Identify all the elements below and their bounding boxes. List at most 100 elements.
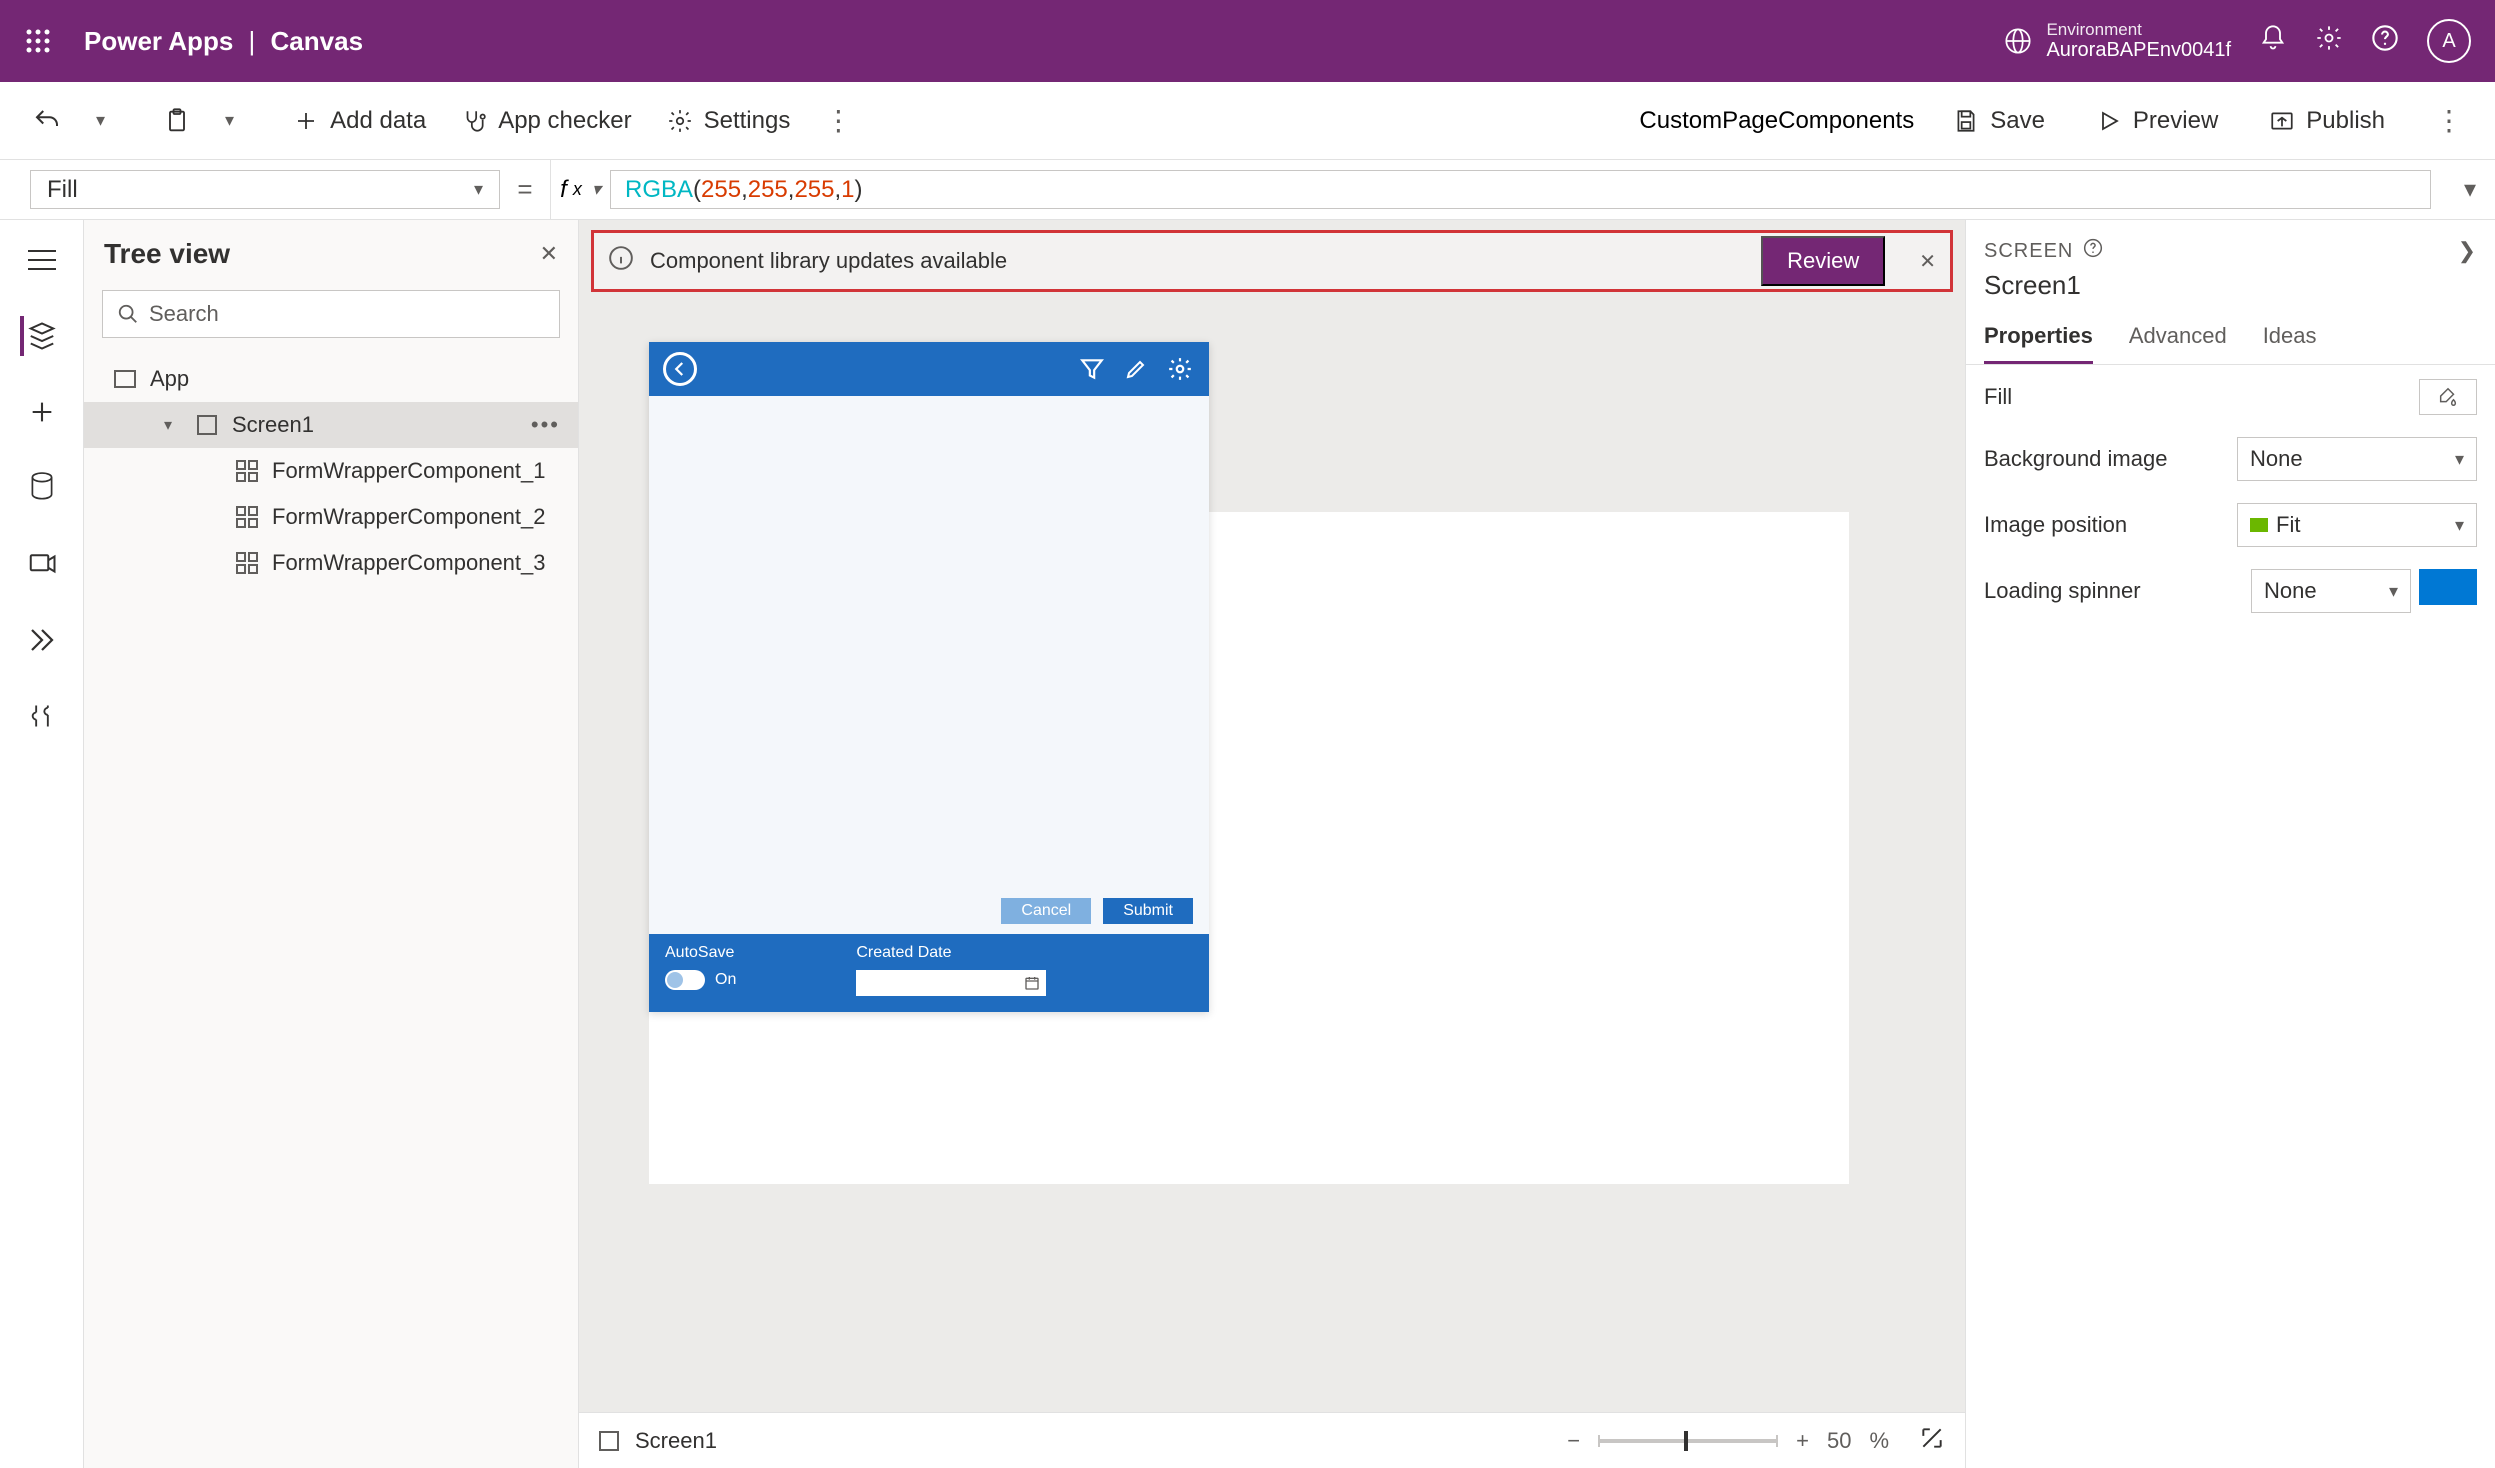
tree-view-title: Tree view xyxy=(104,238,230,270)
notification-text: Component library updates available xyxy=(650,248,1007,274)
imgpos-value: Fit xyxy=(2276,512,2300,538)
tab-properties[interactable]: Properties xyxy=(1984,315,2093,364)
tree-component-node[interactable]: FormWrapperComponent_3 xyxy=(84,540,578,586)
rail-data[interactable] xyxy=(22,468,62,508)
settings-icon[interactable] xyxy=(2315,24,2343,59)
gear-icon[interactable] xyxy=(1165,354,1195,384)
waffle-icon[interactable] xyxy=(16,28,60,54)
property-dropdown[interactable]: Fill ▾ xyxy=(30,170,500,209)
back-icon[interactable] xyxy=(663,352,697,386)
fit-to-screen[interactable] xyxy=(1919,1425,1945,1457)
zoom-in[interactable]: + xyxy=(1796,1428,1809,1454)
avatar-initial: A xyxy=(2442,30,2455,53)
tab-advanced[interactable]: Advanced xyxy=(2129,315,2227,364)
autosave-toggle[interactable] xyxy=(665,970,705,990)
settings-label: Settings xyxy=(704,107,791,135)
formula-bar: Fill ▾ = fx▾ RGBA(255, 255, 255, 1) ▾ xyxy=(0,160,2495,220)
save-label: Save xyxy=(1990,107,2045,135)
formula-expand[interactable]: ▾ xyxy=(2445,160,2495,219)
bgimage-dropdown[interactable]: None ▾ xyxy=(2237,437,2477,481)
prop-imgpos-label: Image position xyxy=(1984,512,2127,538)
edit-icon[interactable] xyxy=(1121,354,1151,384)
close-notification[interactable]: ✕ xyxy=(1919,249,1936,274)
created-date-label: Created Date xyxy=(856,944,1046,962)
app-checker-button[interactable]: App checker xyxy=(448,101,643,141)
collapse-panel[interactable]: ❯ xyxy=(2458,238,2477,264)
created-date-input[interactable] xyxy=(856,970,1046,996)
zoom-out[interactable]: − xyxy=(1567,1428,1580,1454)
preview-button[interactable]: Preview xyxy=(2083,101,2230,141)
fill-color-picker[interactable] xyxy=(2419,379,2477,415)
rail-media[interactable] xyxy=(22,544,62,584)
save-icon xyxy=(1952,107,1980,135)
overflow-right[interactable]: ⋮ xyxy=(2423,98,2475,143)
help-icon[interactable] xyxy=(2371,24,2399,59)
paste-chevron[interactable]: ▾ xyxy=(213,104,246,137)
rail-hamburger[interactable] xyxy=(22,240,62,280)
paste-button[interactable] xyxy=(151,101,203,141)
tree-node-more[interactable]: ••• xyxy=(531,412,560,438)
tab-ideas[interactable]: Ideas xyxy=(2263,315,2317,364)
tree-component-node[interactable]: FormWrapperComponent_1 xyxy=(84,448,578,494)
submit-button[interactable]: Submit xyxy=(1103,898,1193,924)
environment-label: Environment xyxy=(2046,21,2231,40)
property-name: Fill xyxy=(47,176,78,204)
prop-spinner-label: Loading spinner xyxy=(1984,578,2141,604)
add-data-label: Add data xyxy=(330,107,426,135)
product-name: Power Apps xyxy=(84,26,233,56)
rail-insert[interactable] xyxy=(22,392,62,432)
tree-child-label: FormWrapperComponent_3 xyxy=(272,550,546,576)
autosave-label: AutoSave xyxy=(665,944,736,962)
component-icon xyxy=(234,504,260,530)
environment-picker[interactable]: Environment AuroraBAPEnv0041f xyxy=(2004,21,2231,62)
settings-button[interactable]: Settings xyxy=(654,101,803,141)
left-rail xyxy=(0,220,84,1468)
overflow-button[interactable]: ⋮ xyxy=(812,98,864,143)
phone-footer: AutoSave On Created Date xyxy=(649,934,1209,1012)
panel-help-icon[interactable] xyxy=(2083,238,2103,264)
rail-power-automate[interactable] xyxy=(22,620,62,660)
rail-tools[interactable] xyxy=(22,696,62,736)
imgpos-dropdown[interactable]: Fit ▾ xyxy=(2237,503,2477,547)
canvas-area: Component library updates available Revi… xyxy=(579,220,1965,1468)
zoom-slider[interactable] xyxy=(1598,1439,1778,1443)
component-icon xyxy=(234,550,260,576)
save-button[interactable]: Save xyxy=(1940,101,2057,141)
cancel-button[interactable]: Cancel xyxy=(1001,898,1091,924)
properties-panel: SCREEN ❯ Screen1 Properties Advanced Ide… xyxy=(1965,220,2495,1468)
update-notification: Component library updates available Revi… xyxy=(591,230,1953,292)
publish-button[interactable]: Publish xyxy=(2256,101,2397,141)
tree-screen-node[interactable]: ▾ Screen1 ••• xyxy=(84,402,578,448)
tree-app-node[interactable]: App xyxy=(84,356,578,402)
tree-child-label: FormWrapperComponent_1 xyxy=(272,458,546,484)
add-data-button[interactable]: Add data xyxy=(280,101,438,141)
notifications-icon[interactable] xyxy=(2259,24,2287,59)
panel-type: SCREEN xyxy=(1984,240,2073,263)
component-icon xyxy=(234,458,260,484)
filter-icon[interactable] xyxy=(1077,354,1107,384)
chevron-down-icon: ▾ xyxy=(164,415,182,435)
prop-fill-label: Fill xyxy=(1984,384,2012,410)
close-tree-panel[interactable]: ✕ xyxy=(540,241,558,267)
tree-component-node[interactable]: FormWrapperComponent_2 xyxy=(84,494,578,540)
phone-body xyxy=(649,396,1209,888)
spinner-color[interactable] xyxy=(2419,569,2477,605)
review-button[interactable]: Review xyxy=(1761,236,1885,286)
app-title: Power Apps | Canvas xyxy=(84,26,363,57)
equals-sign: = xyxy=(500,160,550,219)
rail-tree-view[interactable] xyxy=(20,316,60,356)
app-icon xyxy=(112,366,138,392)
phone-preview[interactable]: Cancel Submit AutoSave On Created Date xyxy=(649,342,1209,1012)
undo-chevron[interactable]: ▾ xyxy=(84,104,117,137)
spinner-dropdown[interactable]: None ▾ xyxy=(2251,569,2411,613)
screen-icon xyxy=(599,1431,619,1451)
prop-bgimage-label: Background image xyxy=(1984,446,2167,472)
undo-button[interactable] xyxy=(20,100,74,142)
fx-button[interactable]: fx▾ xyxy=(550,160,610,219)
tree-app-label: App xyxy=(150,366,189,392)
publish-icon xyxy=(2268,107,2296,135)
user-avatar[interactable]: A xyxy=(2427,19,2471,63)
formula-input[interactable]: RGBA(255, 255, 255, 1) xyxy=(610,170,2431,209)
tree-screen-label: Screen1 xyxy=(232,412,314,438)
search-input[interactable]: Search xyxy=(102,290,560,338)
